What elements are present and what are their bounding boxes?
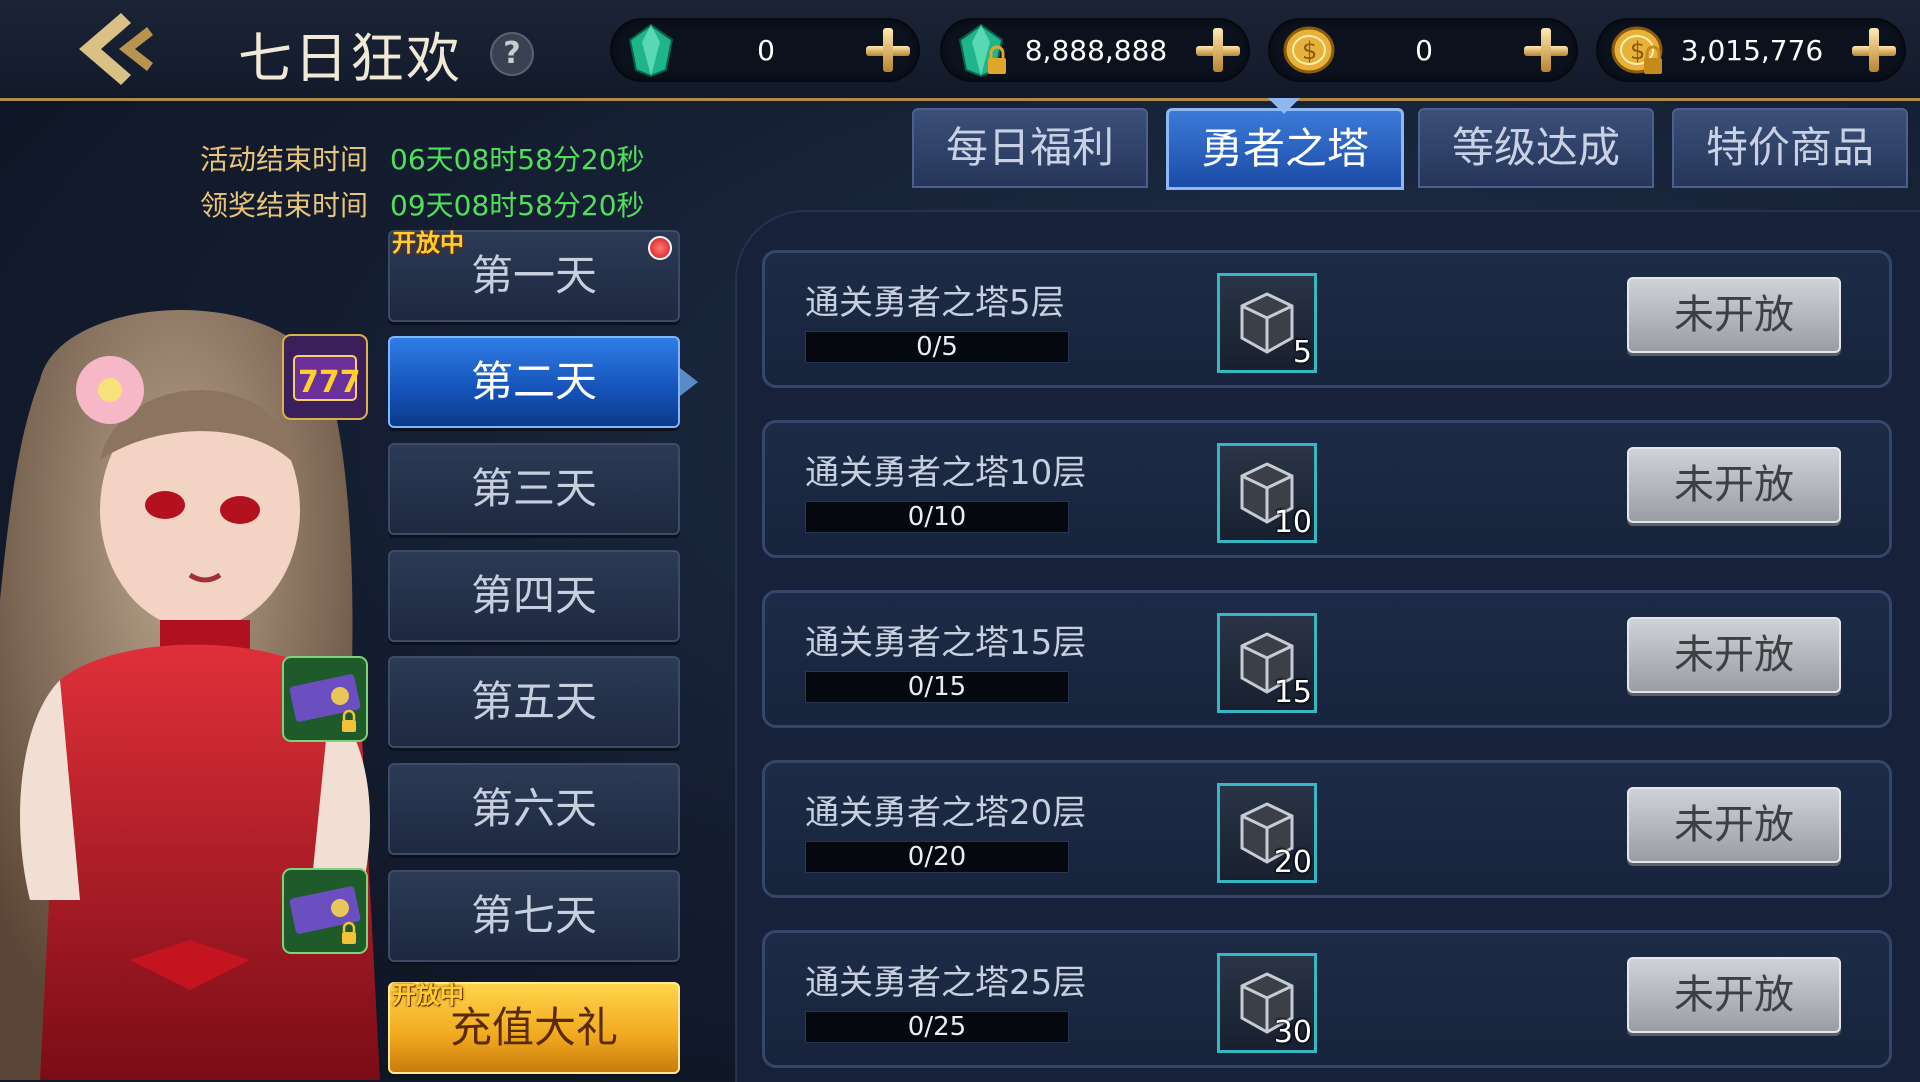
reward-item[interactable]: 15 xyxy=(1217,613,1317,713)
task-row: 通关勇者之塔20层 0/20 20 未开放 xyxy=(762,760,1892,898)
locked-gem-icon xyxy=(958,23,1006,78)
currency-value: 8,888,888 xyxy=(1024,34,1168,67)
claim-end-timer: 领奖结束时间 09天08时58分20秒 xyxy=(200,184,645,224)
day-button-4[interactable]: 第四天 xyxy=(388,550,680,642)
task-title: 通关勇者之塔25层 xyxy=(805,963,1087,1003)
currency-value: 0 xyxy=(757,34,775,67)
reward-count: 15 xyxy=(1273,675,1312,710)
reward-item[interactable]: 5 xyxy=(1217,273,1317,373)
locked-ticket-icon[interactable] xyxy=(282,868,368,954)
not-open-button[interactable]: 未开放 xyxy=(1627,957,1841,1033)
reward-count: 5 xyxy=(1292,335,1312,370)
task-title: 通关勇者之塔5层 xyxy=(805,283,1065,323)
task-title: 通关勇者之塔20层 xyxy=(805,793,1087,833)
reward-count: 10 xyxy=(1273,505,1312,540)
back-button[interactable] xyxy=(68,8,168,90)
currency-value: 3,015,776 xyxy=(1680,34,1824,67)
svg-text:$: $ xyxy=(1302,37,1317,65)
task-progress-bar: 0/25 xyxy=(805,1011,1069,1043)
currency-green-gem: 0 xyxy=(610,18,920,82)
recharge-gift-button[interactable]: 充值大礼 开放中 xyxy=(388,981,680,1074)
not-open-button[interactable]: 未开放 xyxy=(1627,277,1841,353)
add-gem-button[interactable] xyxy=(860,24,916,76)
progress-text: 0/5 xyxy=(916,332,958,362)
day-button-1[interactable]: 第一天 开放中 xyxy=(388,229,680,322)
day-button-6[interactable]: 第六天 xyxy=(388,763,680,855)
day-label: 第一天 xyxy=(470,251,597,300)
day-button-7[interactable]: 第七天 xyxy=(388,870,680,962)
day-label: 第四天 xyxy=(470,571,597,620)
task-row: 通关勇者之塔25层 0/25 30 未开放 xyxy=(762,930,1892,1068)
reward-item[interactable]: 20 xyxy=(1217,783,1317,883)
currency-locked-gold-coin: $ 3,015,776 xyxy=(1596,18,1906,82)
task-progress-bar: 0/20 xyxy=(805,841,1069,873)
not-open-button[interactable]: 未开放 xyxy=(1627,617,1841,693)
add-coin-button[interactable] xyxy=(1518,24,1574,76)
page-title: 七日狂欢 xyxy=(238,27,462,90)
day-button-2[interactable]: 第二天 xyxy=(388,336,698,428)
not-open-button[interactable]: 未开放 xyxy=(1627,447,1841,523)
task-title: 通关勇者之塔10层 xyxy=(805,453,1087,493)
task-progress-bar: 0/5 xyxy=(805,331,1069,363)
timer-label: 活动结束时间 xyxy=(200,143,369,176)
timer-label: 领奖结束时间 xyxy=(200,189,369,222)
timer-value: 09天08时58分20秒 xyxy=(390,189,645,222)
svg-text:777: 777 xyxy=(298,365,361,400)
task-progress-bar: 0/10 xyxy=(805,501,1069,533)
day-label: 第二天 xyxy=(470,357,597,406)
tab-daily-welfare[interactable]: 每日福利 xyxy=(912,108,1148,188)
back-arrow-icon xyxy=(79,13,153,85)
help-icon[interactable]: ? xyxy=(490,32,534,76)
slot-machine-icon[interactable]: 777 xyxy=(282,334,368,420)
not-open-button[interactable]: 未开放 xyxy=(1627,787,1841,863)
day-button-3[interactable]: 第三天 xyxy=(388,443,680,535)
day-label: 第七天 xyxy=(470,891,597,940)
notification-dot xyxy=(648,236,672,260)
task-title: 通关勇者之塔15层 xyxy=(805,623,1087,663)
progress-text: 0/25 xyxy=(907,1012,967,1042)
open-tag: 开放中 xyxy=(392,229,464,257)
day-label: 第六天 xyxy=(470,784,597,833)
reward-count: 30 xyxy=(1273,1015,1312,1050)
tab-hero-tower[interactable]: 勇者之塔 xyxy=(1166,108,1404,190)
day-button-5[interactable]: 第五天 xyxy=(388,656,680,748)
top-bar: 七日狂欢 ? 0 8,888,888 $ 0 $ 3,015,776 xyxy=(0,0,1920,101)
reward-item[interactable]: 10 xyxy=(1217,443,1317,543)
task-progress-bar: 0/15 xyxy=(805,671,1069,703)
day-label: 第三天 xyxy=(470,464,597,513)
progress-text: 0/15 xyxy=(907,672,967,702)
locked-gold-coin-icon: $ xyxy=(1611,26,1663,74)
currency-value: 0 xyxy=(1415,34,1433,67)
reward-count: 20 xyxy=(1273,845,1312,880)
day-label: 第五天 xyxy=(470,677,597,726)
tab-special-offers[interactable]: 特价商品 xyxy=(1672,108,1908,188)
gold-coin-icon: $ xyxy=(1283,26,1335,74)
progress-text: 0/10 xyxy=(907,502,967,532)
add-locked-coin-button[interactable] xyxy=(1846,24,1902,76)
open-tag: 开放中 xyxy=(392,981,464,1009)
green-gem-icon xyxy=(628,23,674,78)
currency-gold-coin: $ 0 xyxy=(1268,18,1578,82)
svg-text:$: $ xyxy=(1630,37,1645,65)
task-row: 通关勇者之塔5层 0/5 5 未开放 xyxy=(762,250,1892,388)
timer-value: 06天08时58分20秒 xyxy=(390,143,645,176)
reward-item[interactable]: 30 xyxy=(1217,953,1317,1053)
progress-text: 0/20 xyxy=(907,842,967,872)
add-locked-gem-button[interactable] xyxy=(1190,24,1246,76)
task-row: 通关勇者之塔15层 0/15 15 未开放 xyxy=(762,590,1892,728)
day-label: 充值大礼 xyxy=(449,1003,618,1052)
locked-ticket-icon[interactable] xyxy=(282,656,368,742)
tab-level-achievement[interactable]: 等级达成 xyxy=(1418,108,1654,188)
event-end-timer: 活动结束时间 06天08时58分20秒 xyxy=(200,138,645,178)
currency-locked-gem: 8,888,888 xyxy=(940,18,1250,82)
task-row: 通关勇者之塔10层 0/10 10 未开放 xyxy=(762,420,1892,558)
active-tab-indicator-icon xyxy=(1268,98,1300,114)
